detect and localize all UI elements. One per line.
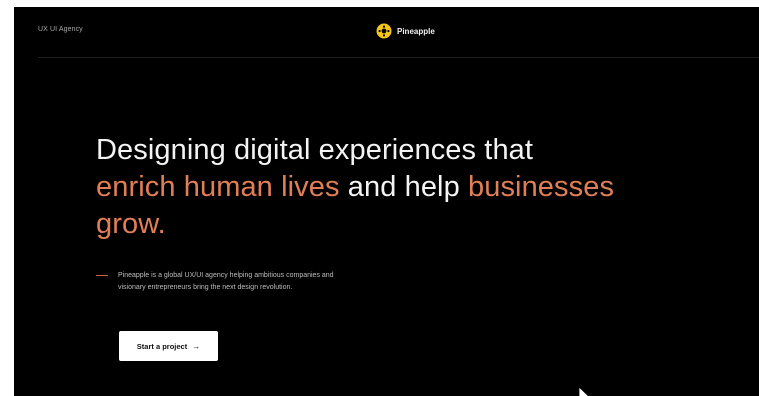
agency-label: UX UI Agency [38, 26, 83, 33]
start-project-label: Start a project [136, 341, 188, 351]
arrow-right-icon: → [192, 341, 201, 351]
mouse-cursor-icon [578, 386, 592, 396]
headline-accent-1: enrich human lives [96, 171, 340, 203]
brand-logo[interactable]: Pineapple [376, 22, 435, 40]
brand-name: Pineapple [397, 26, 435, 36]
headline-text-2: and help [339, 171, 468, 203]
pineapple-logo-icon [376, 23, 392, 39]
page-frame: UX UI Agency Pineapple Designing digital… [14, 7, 759, 396]
top-bar: UX UI Agency Pineapple [14, 7, 759, 57]
headline-text-1: Designing digital experiences that [96, 134, 534, 166]
header-divider [38, 57, 759, 58]
description-dash [96, 275, 108, 276]
hero-headline: Designing digital experiences that enric… [96, 132, 616, 243]
hero-description: Pineapple is a global UX/UI agency helpi… [118, 272, 334, 291]
start-project-button[interactable]: Start a project → [119, 331, 218, 361]
